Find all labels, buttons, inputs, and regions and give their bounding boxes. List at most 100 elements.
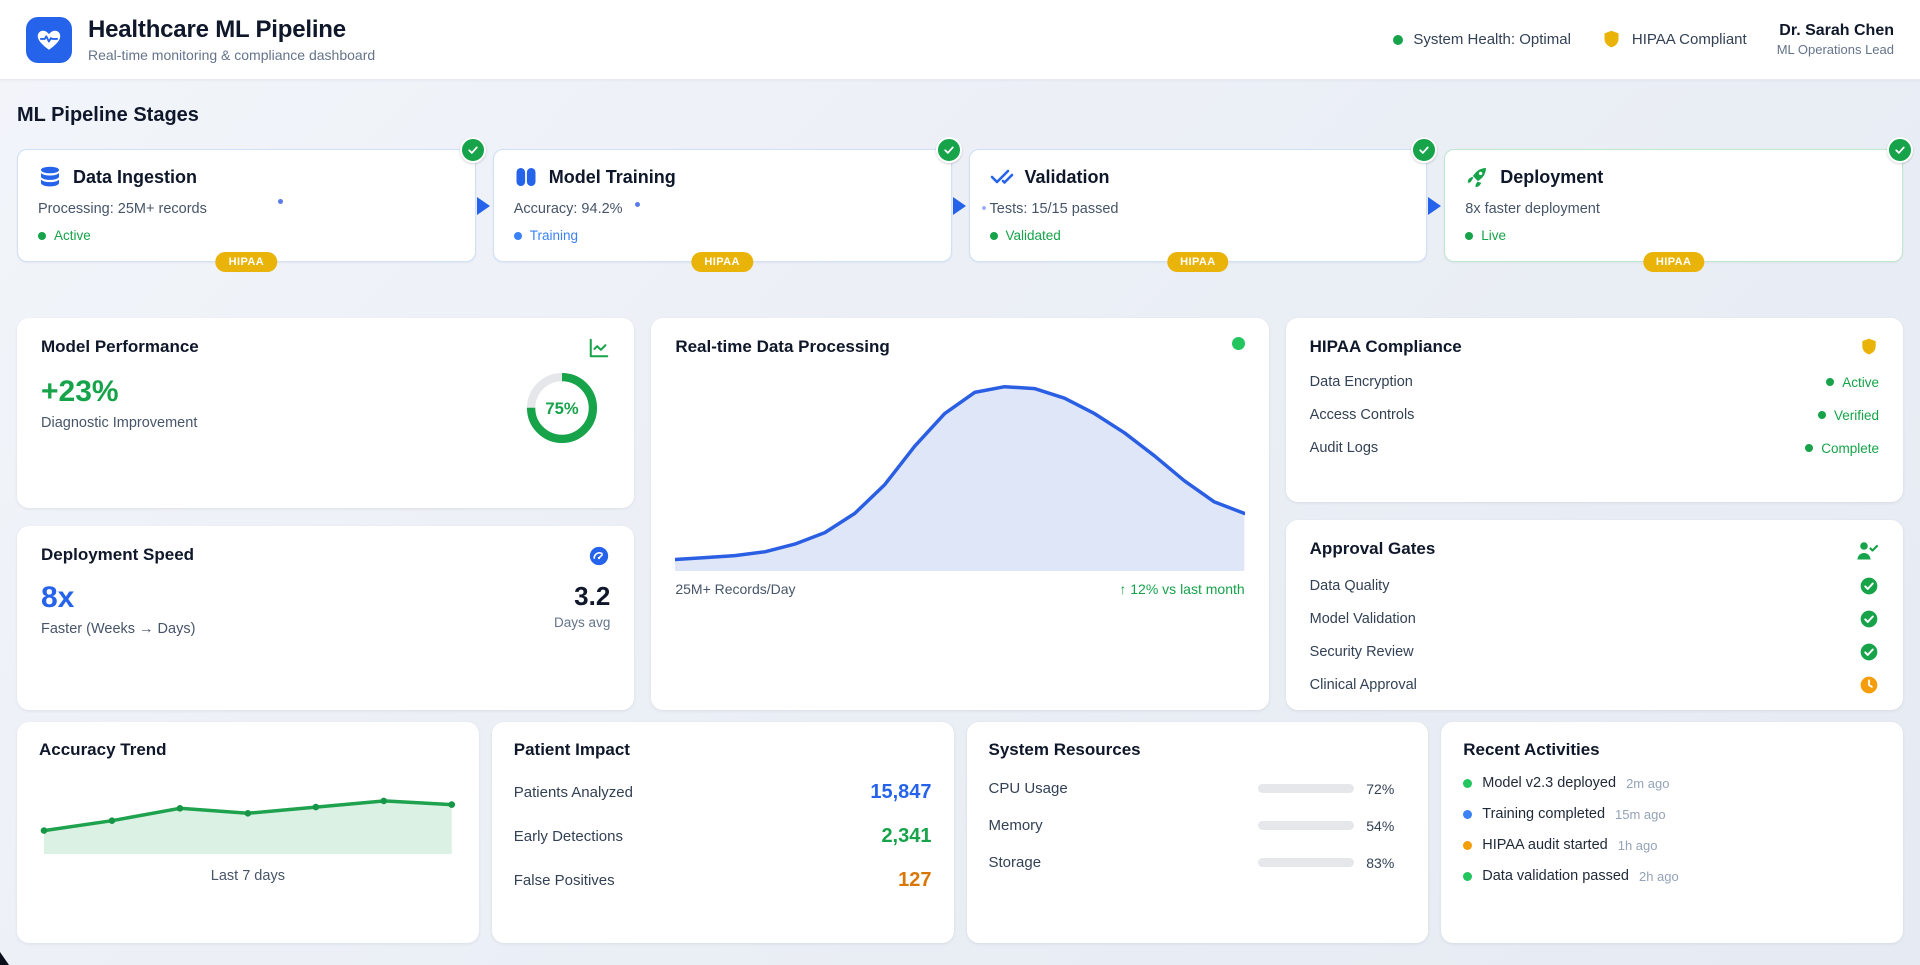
database-icon [38, 165, 62, 189]
shield-icon [1601, 29, 1622, 50]
deployment-speed-card: Deployment Speed 8x Faster (Weeks → Days… [17, 526, 634, 710]
stage-detail: Processing: 25M+ records [38, 201, 455, 217]
brand-text: Healthcare ML Pipeline Real-time monitor… [88, 16, 375, 63]
flow-arrow-icon [953, 197, 966, 215]
line-chart-icon [588, 337, 610, 359]
resource-row: CPU Usage 72% [989, 780, 1407, 797]
activity-text: Model v2.3 deployed [1482, 775, 1616, 791]
activity-text: Data validation passed [1482, 868, 1629, 884]
hipaa-compliant-chip: HIPAA Compliant [1601, 29, 1747, 50]
heart-pulse-icon [36, 27, 62, 53]
page-subtitle: Real-time monitoring & compliance dashbo… [88, 47, 375, 63]
resource-label: Memory [989, 817, 1259, 834]
resource-percent: 54% [1366, 818, 1406, 834]
activity-time: 2m ago [1626, 776, 1669, 791]
stage-status: Active [38, 228, 455, 243]
gate-label: Clinical Approval [1310, 677, 1417, 693]
impact-value: 15,847 [870, 781, 931, 804]
stage-card-validation: Validation Tests: 15/15 passed Validated… [969, 149, 1428, 262]
resource-row: Memory 54% [989, 817, 1407, 834]
hipaa-badge: HIPAA [1643, 252, 1704, 272]
stage-title: Data Ingestion [73, 167, 197, 188]
user-check-icon [1855, 539, 1879, 563]
gate-label: Model Validation [1310, 611, 1416, 627]
app-logo [26, 17, 72, 63]
gate-row: Model Validation [1310, 609, 1879, 629]
realtime-processing-card: Real-time Data Processing 25M+ Records/D… [651, 318, 1268, 710]
gate-row: Clinical Approval [1310, 675, 1879, 695]
particle-dot [982, 206, 986, 210]
speed-value: 8x [41, 583, 195, 613]
activity-time: 15m ago [1615, 807, 1666, 822]
status-dot [514, 232, 522, 240]
card-title: Approval Gates [1310, 539, 1436, 559]
check-circle-icon [1859, 642, 1879, 662]
gate-row: Security Review [1310, 642, 1879, 662]
activity-item: Data validation passed 2h ago [1463, 868, 1881, 884]
compliance-label: Data Encryption [1310, 374, 1413, 390]
stage-status: Training [514, 228, 931, 243]
card-title: Model Performance [41, 337, 199, 357]
pipeline-section-title: ML Pipeline Stages [17, 104, 1903, 127]
status-label: Live [1481, 228, 1506, 243]
resource-percent: 83% [1366, 855, 1406, 871]
compliance-row: Access Controls Verified [1310, 407, 1879, 423]
days-avg-label: Days avg [554, 615, 610, 630]
speed-right: 3.2 Days avg [554, 583, 610, 630]
gate-row: Data Quality [1310, 576, 1879, 596]
stage-title: Model Training [549, 167, 676, 188]
hipaa-compliance-card: HIPAA Compliance Data Encryption Active … [1286, 318, 1903, 502]
compliance-label: Audit Logs [1310, 440, 1379, 456]
system-health-label: System Health: Optimal [1413, 31, 1571, 48]
bottom-grid: Accuracy Trend Last 7 days Patient Impac… [17, 722, 1903, 943]
top-bar: Healthcare ML Pipeline Real-time monitor… [0, 0, 1920, 80]
days-avg-value: 3.2 [554, 583, 610, 609]
user-block: Dr. Sarah Chen ML Operations Lead [1777, 22, 1894, 57]
resource-row: Storage 83% [989, 854, 1407, 871]
impact-row: Early Detections 2,341 [514, 825, 932, 848]
stage-status: Validated [990, 228, 1407, 243]
compliance-status: Complete [1821, 441, 1879, 456]
gate-label: Data Quality [1310, 578, 1390, 594]
stage-status: Live [1465, 228, 1882, 243]
status-label: Training [530, 228, 578, 243]
status-label: Validated [1006, 228, 1061, 243]
performance-ring-label: 75% [546, 399, 579, 418]
activity-dot [1463, 872, 1472, 881]
hipaa-badge: HIPAA [1167, 252, 1228, 272]
card-title: Real-time Data Processing [675, 337, 889, 357]
activity-time: 2h ago [1639, 869, 1679, 884]
impact-value: 2,341 [881, 825, 931, 848]
recent-activities-card: Recent Activities Model v2.3 deployed 2m… [1441, 722, 1903, 943]
card-title: Accuracy Trend [39, 740, 167, 760]
status-dot [1805, 444, 1813, 452]
compliance-status: Active [1842, 375, 1879, 390]
records-per-day-label: 25M+ Records/Day [675, 581, 795, 597]
system-resources-card: System Resources CPU Usage 72% Memory 54… [967, 722, 1429, 943]
status-dot [38, 232, 46, 240]
progress-bar [1258, 784, 1354, 793]
check-circle-icon [1859, 576, 1879, 596]
stage-card-model-training: Model Training Accuracy: 94.2% Training … [493, 149, 952, 262]
impact-row: False Positives 127 [514, 869, 932, 892]
approval-gates-card: Approval Gates Data Quality Model Valida… [1286, 520, 1903, 710]
stage-title: Validation [1025, 167, 1110, 188]
check-check-icon [990, 165, 1014, 189]
activity-text: Training completed [1482, 806, 1605, 822]
impact-row: Patients Analyzed 15,847 [514, 781, 932, 804]
right-column: HIPAA Compliance Data Encryption Active … [1286, 318, 1903, 710]
resource-label: CPU Usage [989, 780, 1259, 797]
status-dot [1818, 411, 1826, 419]
gate-label: Security Review [1310, 644, 1414, 660]
stage-detail: Accuracy: 94.2% [514, 201, 931, 217]
activity-item: Training completed 15m ago [1463, 806, 1881, 822]
status-label: Active [54, 228, 91, 243]
accuracy-trend-card: Accuracy Trend Last 7 days [17, 722, 479, 943]
brand: Healthcare ML Pipeline Real-time monitor… [26, 16, 375, 63]
speed-left: 8x Faster (Weeks → Days) [41, 583, 195, 637]
impact-value: 127 [898, 869, 931, 892]
status-dot [990, 232, 998, 240]
accuracy-line-chart [39, 778, 457, 854]
top-bar-right: System Health: Optimal HIPAA Compliant D… [1393, 22, 1894, 57]
model-performance-card: Model Performance +23% Diagnostic Improv… [17, 318, 634, 508]
